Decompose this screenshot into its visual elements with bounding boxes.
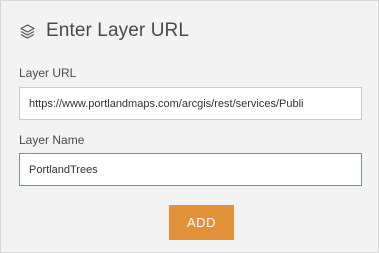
enter-layer-url-panel: Enter Layer URL Layer URL Layer Name ADD (0, 0, 379, 253)
panel-header: Enter Layer URL (19, 18, 189, 44)
add-button[interactable]: ADD (169, 205, 234, 240)
layer-name-input[interactable] (19, 153, 362, 186)
layer-name-label: Layer Name (19, 133, 85, 147)
layer-url-label: Layer URL (19, 66, 77, 80)
layers-icon (19, 23, 36, 40)
panel-title: Enter Layer URL (46, 20, 190, 41)
layer-url-input[interactable] (19, 87, 362, 120)
